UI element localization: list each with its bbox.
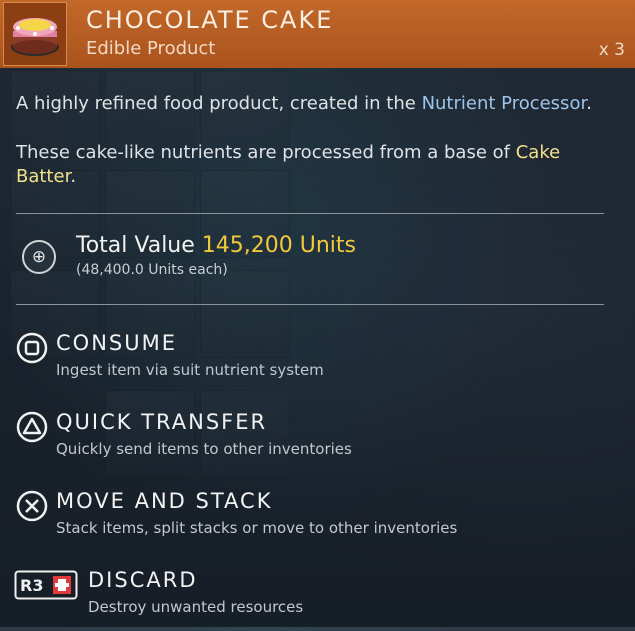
move-and-stack-desc: Stack items, split stacks or move to oth… (56, 519, 458, 537)
r3-button-icon: R3 (14, 570, 78, 600)
desc-text: . (586, 93, 592, 114)
move-and-stack-title: MOVE AND STACK (56, 489, 273, 513)
square-button-icon (16, 332, 48, 364)
item-header: CHOCOLATE CAKE Edible Product x 3 (0, 0, 635, 68)
discard-action[interactable]: R3 DISCARD Destroy unwanted resources (0, 568, 635, 631)
consume-action[interactable]: CONSUME Ingest item via suit nutrient sy… (0, 331, 635, 394)
quick-transfer-action[interactable]: QUICK TRANSFER Quickly send items to oth… (0, 410, 635, 473)
r3-label: R3 (20, 576, 43, 595)
item-title: CHOCOLATE CAKE (86, 6, 334, 34)
triangle-button-icon (16, 411, 48, 443)
total-value: Total Value 145,200 Units (76, 233, 356, 258)
quick-transfer-title: QUICK TRANSFER (56, 410, 268, 434)
description-line-2: These cake-like nutrients are processed … (16, 141, 616, 189)
total-value-label: Total Value (76, 233, 195, 258)
desc-text: These cake-like nutrients are processed … (16, 142, 516, 163)
unit-value-each: (48,400.0 Units each) (76, 262, 228, 278)
quick-transfer-desc: Quickly send items to other inventories (56, 440, 352, 458)
units-icon: ⊕ (22, 240, 56, 274)
divider (16, 213, 604, 214)
desc-text: . (70, 166, 77, 187)
item-quantity: x 3 (598, 40, 625, 60)
discard-title: DISCARD (88, 568, 198, 592)
consume-title: CONSUME (56, 331, 177, 355)
total-value-amount: 145,200 Units (201, 233, 357, 258)
description-line-1: A highly refined food product, created i… (16, 92, 616, 116)
consume-desc: Ingest item via suit nutrient system (56, 361, 324, 379)
nutrient-processor-link: Nutrient Processor (421, 93, 587, 114)
move-and-stack-action[interactable]: MOVE AND STACK Stack items, split stacks… (0, 489, 635, 552)
discard-desc: Destroy unwanted resources (88, 598, 304, 616)
desc-text: A highly refined food product, created i… (16, 93, 422, 114)
chocolate-cake-icon (3, 2, 67, 66)
item-type: Edible Product (86, 38, 216, 59)
cross-button-icon (16, 490, 48, 522)
divider (16, 304, 604, 305)
